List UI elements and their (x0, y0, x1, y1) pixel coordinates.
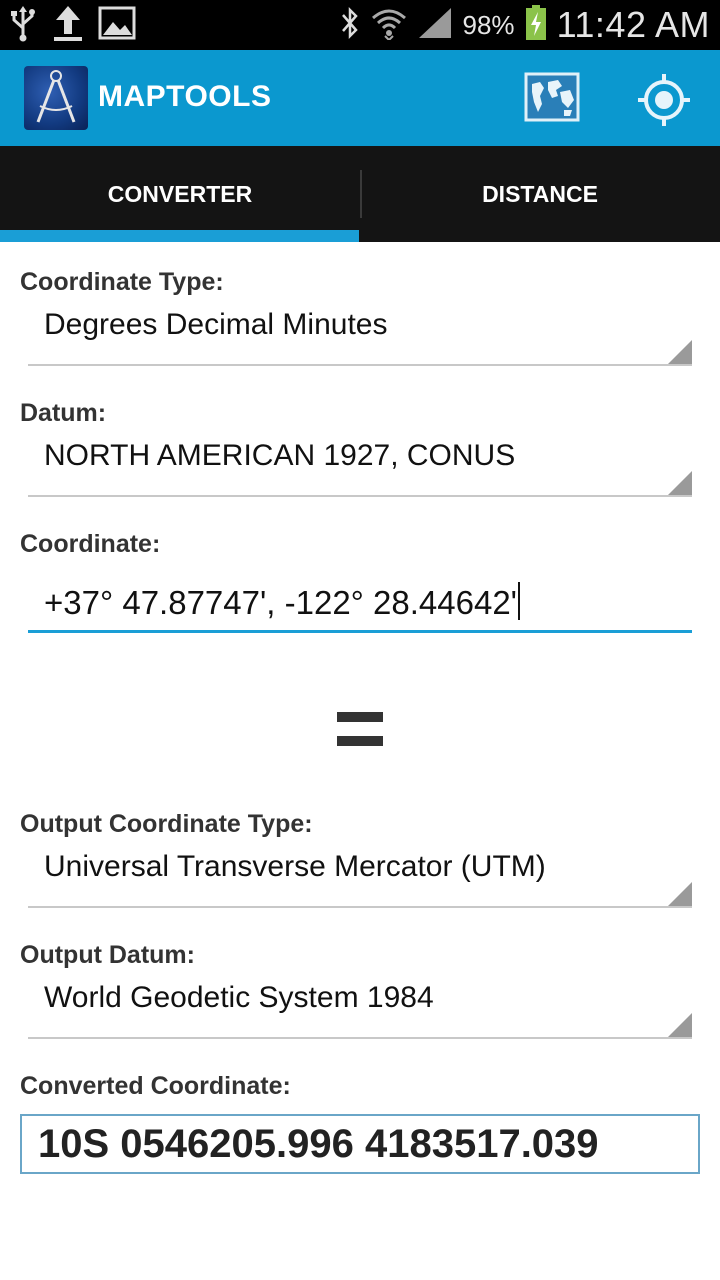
app-title: MAPTOOLS (98, 80, 272, 113)
output-datum-label: Output Datum: (20, 941, 195, 969)
tab-bar: CONVERTER DISTANCE (0, 146, 720, 242)
wifi-icon (371, 6, 407, 45)
converted-coordinate-label: Converted Coordinate: (20, 1072, 291, 1100)
output-coordinate-type-spinner[interactable]: Universal Transverse Mercator (UTM) (28, 836, 692, 908)
coordinate-type-label: Coordinate Type: (20, 268, 224, 296)
output-coordinate-type-value: Universal Transverse Mercator (UTM) (44, 850, 546, 883)
converted-coordinate-value: 10S 0546205.996 4183517.039 (38, 1122, 599, 1166)
selected-tab-indicator (0, 230, 359, 242)
text-cursor (517, 582, 520, 620)
dropdown-arrow-icon (668, 882, 692, 906)
dropdown-arrow-icon (668, 471, 692, 495)
output-coordinate-type-label: Output Coordinate Type: (20, 810, 313, 838)
battery-charging-icon (525, 4, 547, 46)
image-icon (98, 6, 136, 45)
coordinate-type-value: Degrees Decimal Minutes (44, 308, 388, 341)
dropdown-arrow-icon (668, 1013, 692, 1037)
output-datum-value: World Geodetic System 1984 (44, 981, 434, 1014)
status-bar-system: 98% 11:42 AM (339, 0, 710, 50)
coordinate-input-text: +37° 47.87747', -122° 28.44642' (44, 582, 520, 622)
upload-icon (52, 4, 84, 47)
datum-label: Datum: (20, 399, 107, 427)
usb-icon (8, 4, 38, 47)
world-map-button[interactable] (524, 72, 580, 124)
coordinate-label: Coordinate: (20, 530, 161, 558)
output-datum-spinner[interactable]: World Geodetic System 1984 (28, 967, 692, 1039)
status-bar-notifications (8, 4, 136, 47)
coordinate-value: +37° 47.87747', -122° 28.44642' (44, 584, 517, 621)
tab-distance[interactable]: DISTANCE (360, 146, 720, 242)
coordinate-type-spinner[interactable]: Degrees Decimal Minutes (28, 294, 692, 366)
coordinate-input[interactable]: +37° 47.87747', -122° 28.44642' (28, 572, 692, 633)
locate-button[interactable] (636, 72, 692, 128)
bluetooth-icon (339, 6, 361, 45)
datum-value: NORTH AMERICAN 1927, CONUS (44, 439, 516, 472)
signal-icon (417, 6, 453, 45)
world-map-icon (524, 72, 580, 122)
equals-icon (337, 710, 383, 748)
converted-coordinate-field[interactable]: 10S 0546205.996 4183517.039 (20, 1114, 700, 1174)
status-bar: 98% 11:42 AM (0, 0, 720, 50)
action-bar: MAPTOOLS (0, 50, 720, 146)
clock: 11:42 AM (556, 4, 710, 45)
datum-spinner[interactable]: NORTH AMERICAN 1927, CONUS (28, 425, 692, 497)
dropdown-arrow-icon (668, 340, 692, 364)
app-logo-compass-icon[interactable] (24, 66, 88, 130)
battery-percent: 98% (462, 9, 515, 40)
tab-converter[interactable]: CONVERTER (0, 146, 360, 242)
locate-target-icon (638, 74, 690, 126)
